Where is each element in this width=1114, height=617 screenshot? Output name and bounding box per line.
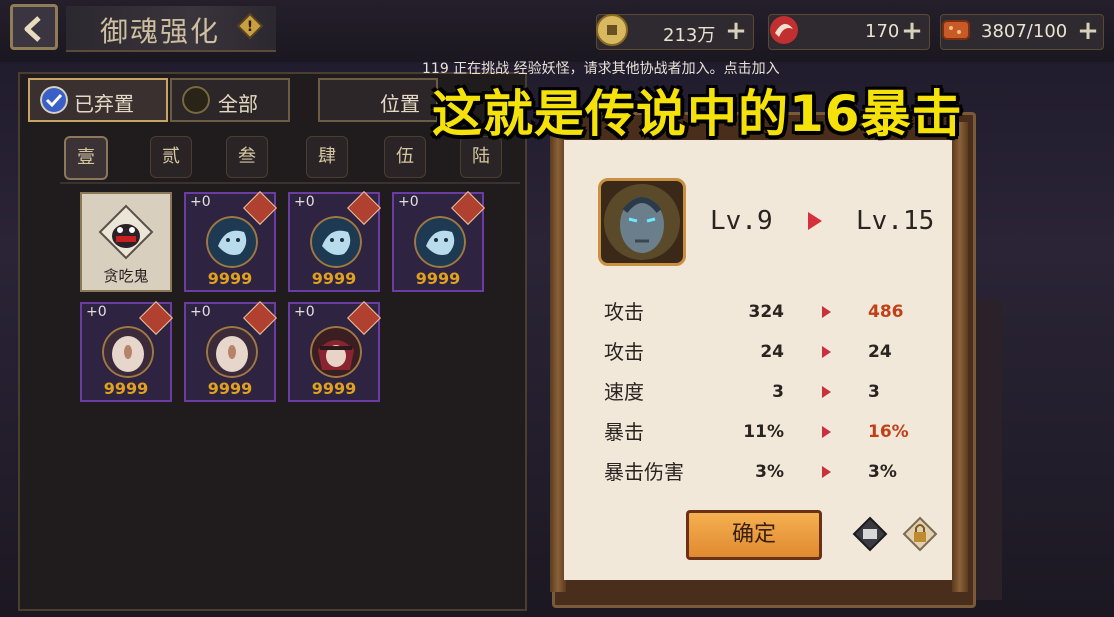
slot-marker-icon: [451, 191, 485, 225]
stat-old: 3%: [755, 462, 784, 482]
filter-discarded-label: 已弃置: [74, 92, 134, 116]
soul-avatar: [598, 178, 686, 266]
soul-card[interactable]: +0 9999: [184, 301, 277, 402]
stat-old: 324: [748, 302, 785, 322]
soul-level: +0: [294, 194, 315, 210]
info-icon[interactable]: !: [236, 12, 264, 40]
filter-position-tab[interactable]: 位置: [318, 78, 438, 122]
back-arrow-icon: [24, 16, 41, 42]
stat-name: 暴击: [604, 420, 644, 444]
stat-arrow-icon: [822, 466, 831, 478]
soul-list-panel: 已弃置 全部 位置 壹 贰 叁 肆 伍 陆 贪吃鬼 +0 9999 +0 999…: [18, 72, 527, 611]
stat-new: 486: [868, 302, 904, 322]
soul-count: 9999: [311, 269, 357, 288]
filter-all-tab[interactable]: 全部: [170, 78, 290, 122]
level-arrow-icon: [808, 212, 822, 230]
stat-new: 3%: [868, 462, 897, 482]
pale-face-icon: [206, 326, 258, 378]
soul-card[interactable]: +0 9999: [184, 191, 277, 292]
coin-icon: [596, 14, 628, 46]
soul-card[interactable]: +0 9999: [288, 301, 381, 402]
food-value: 3807/100: [981, 21, 1068, 42]
lock-icon[interactable]: [902, 516, 938, 552]
soul-card[interactable]: +0 9999: [80, 301, 173, 402]
blue-spirit-icon: [310, 216, 362, 268]
resource-coin: 213万 +: [596, 14, 754, 50]
soul-count: 9999: [103, 379, 149, 398]
page-title: 御魂强化: [100, 15, 221, 48]
svg-text:!: !: [247, 19, 253, 35]
resource-stamina: 170 +: [768, 14, 930, 50]
pale-face-icon: [102, 326, 154, 378]
stat-arrow-icon: [822, 306, 831, 318]
stamina-value: 170: [865, 21, 900, 42]
soul-card[interactable]: +0 9999: [392, 191, 485, 292]
slot-marker-icon: [243, 301, 277, 335]
tanchigui-icon: [98, 204, 154, 260]
slot-tab-3[interactable]: 叁: [226, 136, 268, 178]
soul-level: +0: [398, 194, 419, 210]
slot-tab-1[interactable]: 壹: [64, 136, 108, 180]
soul-name: 贪吃鬼: [103, 267, 149, 285]
soul-level: +0: [190, 304, 211, 320]
soul-level: +0: [294, 304, 315, 320]
blue-face-icon: [604, 184, 680, 260]
soul-count: 9999: [207, 379, 253, 398]
filter-position-label: 位置: [380, 92, 420, 116]
scroll-rod-right: [952, 122, 968, 592]
soul-level: +0: [86, 304, 107, 320]
slot-marker-icon: [139, 301, 173, 335]
check-icon: [40, 86, 68, 114]
slot-marker-icon: [347, 191, 381, 225]
slot-marker-icon: [243, 191, 277, 225]
level-after: Lv.15: [856, 206, 935, 236]
blue-spirit-icon: [206, 216, 258, 268]
filter-all-label: 全部: [218, 92, 258, 116]
food-icon: [942, 20, 970, 40]
slot-tab-2[interactable]: 贰: [150, 136, 192, 178]
soul-level: +0: [190, 194, 211, 210]
blue-spirit-icon: [414, 216, 466, 268]
stat-arrow-icon: [822, 386, 831, 398]
back-button[interactable]: [10, 4, 58, 50]
stat-new: 24: [868, 342, 892, 362]
stat-new: 16%: [868, 422, 909, 442]
red-hood-icon: [310, 326, 362, 378]
soul-card[interactable]: +0 9999: [288, 191, 381, 292]
caption-banner: 这就是传说中的16暴击: [432, 85, 963, 143]
add-stamina-button[interactable]: +: [899, 18, 925, 45]
stat-old: 11%: [743, 422, 784, 442]
stat-name: 攻击: [604, 300, 644, 324]
slot-tab-5[interactable]: 伍: [384, 136, 426, 178]
stat-name: 攻击: [604, 340, 644, 364]
resource-food: 3807/100 +: [940, 14, 1104, 50]
divider: [60, 182, 520, 184]
stat-arrow-icon: [822, 346, 831, 358]
add-coin-button[interactable]: +: [723, 18, 749, 45]
slot-tab-4[interactable]: 肆: [306, 136, 348, 178]
radio-icon: [182, 86, 210, 114]
confirm-button[interactable]: 确定: [686, 510, 822, 560]
stat-name: 暴击伤害: [604, 460, 684, 484]
stamina-icon: [770, 16, 798, 44]
soul-count: 9999: [415, 269, 461, 288]
stat-name: 速度: [604, 380, 644, 404]
level-before: Lv.9: [710, 206, 773, 236]
stat-old: 24: [760, 342, 784, 362]
coin-value: 213万: [663, 25, 716, 46]
soul-card-tanchigui[interactable]: 贪吃鬼: [80, 192, 172, 292]
stat-arrow-icon: [822, 426, 831, 438]
filter-discarded-tab[interactable]: 已弃置: [28, 78, 168, 122]
slot-marker-icon: [347, 301, 381, 335]
soul-count: 9999: [207, 269, 253, 288]
soul-count: 9999: [311, 379, 357, 398]
stat-new: 3: [868, 382, 880, 402]
stat-old: 3: [772, 382, 784, 402]
add-food-button[interactable]: +: [1075, 18, 1101, 45]
discard-icon[interactable]: [852, 516, 888, 552]
